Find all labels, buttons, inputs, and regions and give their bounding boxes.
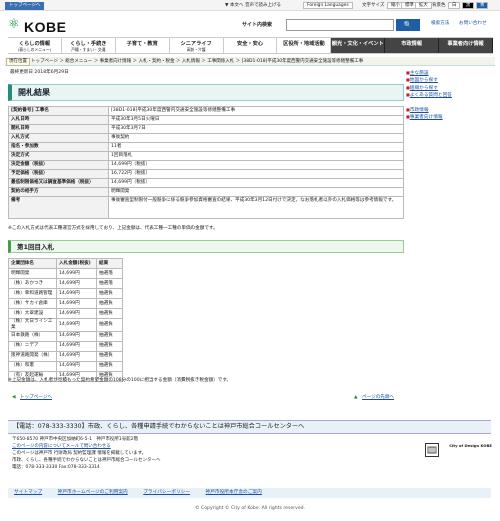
publisher-line: このページは神戸市 行財政局 契約監理課 情報を掲載しています。	[12, 450, 147, 456]
footer-links: サイトマップ 神戸市ホームページのご利用案内 プライバシーポリシー 神戸市役所本…	[8, 488, 491, 498]
side-item[interactable]: ■市政情報	[406, 107, 492, 114]
bg-blue-button[interactable]: 青	[476, 1, 489, 9]
gnav-item-1[interactable]: くらし・手続き 戸籍・すまい・交通	[61, 38, 116, 53]
call-center-line: 市政、くらし、各種手続でわからないことは神戸市総合コールセンターへ	[12, 457, 161, 463]
table-row: （株）幸和道路管理 14,699円 抽選負	[8, 288, 123, 299]
gnav-item-4[interactable]: 安全・安心	[223, 38, 278, 53]
table-row: 決定金額（税抜） 14,699円（税抜）	[8, 159, 404, 170]
bid-results-table: 企業団体名 入札金額(税抜) 結果 明輝開発 14,699円 抽選落 （株）あかつき 14…	[8, 258, 123, 382]
arrow-left-icon: ◀	[12, 395, 16, 400]
table-row: （株）ニデア 14,699円 抽選負	[8, 340, 123, 352]
side-item[interactable]: ■よくある質問と回答	[406, 92, 492, 99]
mail-contact-link[interactable]: このページの内容についてメールで問い合わせる	[12, 444, 161, 451]
font-large-button[interactable]: 拡大	[415, 1, 432, 9]
skip-to-top-link[interactable]: トップページへ	[5, 2, 45, 10]
phone-line: 電話：078-333-3330 Fax:078-333-3314	[12, 464, 100, 470]
page-title: 開札結果	[8, 84, 404, 101]
side-item[interactable]: ■組織から探す	[406, 85, 492, 92]
top-page-link[interactable]: トップページへ	[20, 395, 52, 401]
gnav-item-6[interactable]: 観光・文化・イベント	[331, 38, 386, 53]
last-updated: 最終更新日 2018年6月29日	[10, 70, 69, 75]
side-menu: ■主な施設 ■地図から探す ■組織から探す ■よくある質問と回答 ■市政情報 ■…	[406, 70, 492, 122]
side-spacer	[406, 100, 492, 107]
side-item[interactable]: ■事業者向け情報	[406, 114, 492, 121]
contact-link[interactable]: お問い合わせ	[459, 21, 487, 27]
table-row: 入札日時 平成30年3月5日火曜日	[8, 114, 404, 125]
table-row: （株）大翠建設 14,699円 抽選負	[8, 308, 123, 319]
city-of-design-logo: City of Design KOBE	[449, 443, 492, 448]
table-row: （株）サカイ倉庫 14,699円 抽選負	[8, 298, 123, 309]
arrow-up-icon: ▲	[354, 395, 358, 400]
side-item[interactable]: ■主な施設	[406, 70, 492, 77]
foreign-languages-button[interactable]: Foreign Languages	[303, 1, 353, 9]
table-row: 日本鉄路（株） 14,699円 抽選負	[8, 330, 123, 342]
top-utility-bar: トップページへ ▼ 本文へ 音声で読み上げる Foreign Languages…	[0, 0, 500, 11]
table-row: [契約番号] 工事名 [38D1-018]平成30年度西警内交通安全施設等修繕整備…	[8, 106, 404, 116]
call-center-banner[interactable]: 【電話：078-333-3330】市政、くらし、各種申請手続でわからないことは神…	[8, 420, 491, 434]
breadcrumb-label: 現在位置	[6, 58, 30, 66]
search-input[interactable]	[286, 19, 394, 31]
table-row: 予定価格（税抜） 16,722円（税抜）	[8, 168, 404, 179]
table-row: （株）大日ライン工業 14,699円 抽選負	[8, 318, 123, 332]
main-content: 開札結果	[8, 84, 404, 101]
table-row: 阪神道路開発（株） 14,699円 抽選負	[8, 350, 123, 362]
gnav-item-2[interactable]: 子育て・教育	[115, 38, 170, 53]
search-label: サイト内検索	[242, 22, 273, 28]
table-row: 備考 事後審査型制限付一般競争に係る競争参加資格審査の結果、平成30年3月12日付…	[8, 195, 404, 219]
note-method: ※この入札方式は代表工種運営方式を採用しており、上記金額は、代表工種一工種の単価…	[8, 226, 218, 231]
table-row: 入札方式 事後契約	[8, 132, 404, 143]
page-nav-links: ◀ トップページへ ▲ ページの先頭へ	[8, 395, 404, 403]
gnav-item-8[interactable]: 事業者向け情報	[439, 38, 494, 53]
table-row: 最低制限価格又は調査基準価格（税抜） 14,699円（税抜）	[8, 177, 404, 188]
round-title: 第1回目入札	[8, 240, 404, 253]
table-row: 決定方式 1回目落札	[8, 150, 404, 161]
page-top-link[interactable]: ページの先頭へ	[362, 395, 394, 401]
footer-link-sitemap[interactable]: サイトマップ	[14, 490, 42, 495]
bg-white-button[interactable]: 白	[448, 1, 461, 9]
gnav-item-3[interactable]: シニアライフ 高齢・介護	[169, 38, 224, 53]
breadcrumb: 現在位置 トップページ ＞ 総合メニュー ＞ 事業者向け情報 ＞ 入札・契約・税…	[5, 57, 495, 66]
table-row: 指名・参加数 11者	[8, 141, 404, 152]
search-icon[interactable]: 🔍	[396, 19, 420, 31]
table-row: 開札日時 平成30年3月7日	[8, 123, 404, 134]
gnav-item-5[interactable]: 区役所・地域活動	[277, 38, 332, 53]
bgcolor-label: 背景色	[432, 3, 446, 8]
kobe-emblem-icon: ⚛	[8, 17, 20, 32]
table-header-row: 企業団体名 入札金額(税抜) 結果	[8, 258, 123, 269]
table-row: （株）あかつき 14,699円 抽選落	[8, 278, 123, 289]
read-aloud-link[interactable]: 音声で読み上げる	[245, 3, 281, 9]
bg-black-button[interactable]: 黒	[462, 1, 475, 9]
logo-text: KOBE	[24, 19, 67, 35]
to-body-link[interactable]: ▼ 本文へ	[225, 3, 243, 9]
global-nav: くらしの情報 (暮らしのメニュー) くらし・手続き 戸籍・すまい・交通 子育て・教育…	[8, 37, 494, 54]
breadcrumb-links[interactable]: トップページ ＞ 総合メニュー ＞ 事業者向け情報 ＞ 入札・契約・税金 ＞ 入…	[31, 59, 363, 65]
table-row: （株）和憲 14,699円 抽選負	[8, 360, 123, 372]
table-row: 明輝開発 14,699円 抽選落	[8, 268, 123, 279]
charsize-label: 文字サイズ	[362, 3, 385, 8]
footer-address: 〒650-8570 神戸市中央区加納町6-5-1 神戸市役所1号館2階 このペー…	[12, 437, 161, 472]
footer-link-cityhall[interactable]: 神戸市役所本庁舎のご案内	[206, 490, 262, 495]
note-amount: ※上記金額は、入札者が見積もった契約希望金額の108分の100に相当する金額（消…	[8, 378, 232, 383]
search-help-link[interactable]: 検索方法	[431, 21, 449, 27]
footer-link-usage[interactable]: 神戸市ホームページのご利用案内	[58, 490, 128, 495]
gnav-item-0[interactable]: くらしの情報 (暮らしのメニュー)	[8, 38, 62, 53]
table-row: 契約の相手方 明輝開発	[8, 186, 404, 197]
contract-info-table: [契約番号] 工事名 [38D1-018]平成30年度西警内交通安全施設等修繕整備…	[8, 106, 404, 219]
side-item[interactable]: ■地図から探す	[406, 77, 492, 84]
unesco-logo-icon	[425, 443, 439, 457]
copyright: © Copyright © City of Kobe. All rights r…	[194, 506, 306, 511]
gnav-item-7[interactable]: 市政情報	[385, 38, 440, 53]
footer-link-privacy[interactable]: プライバシーポリシー	[143, 490, 190, 495]
address-line: 〒650-8570 神戸市中央区加納町6-5-1 神戸市役所1号館2階	[12, 437, 139, 442]
